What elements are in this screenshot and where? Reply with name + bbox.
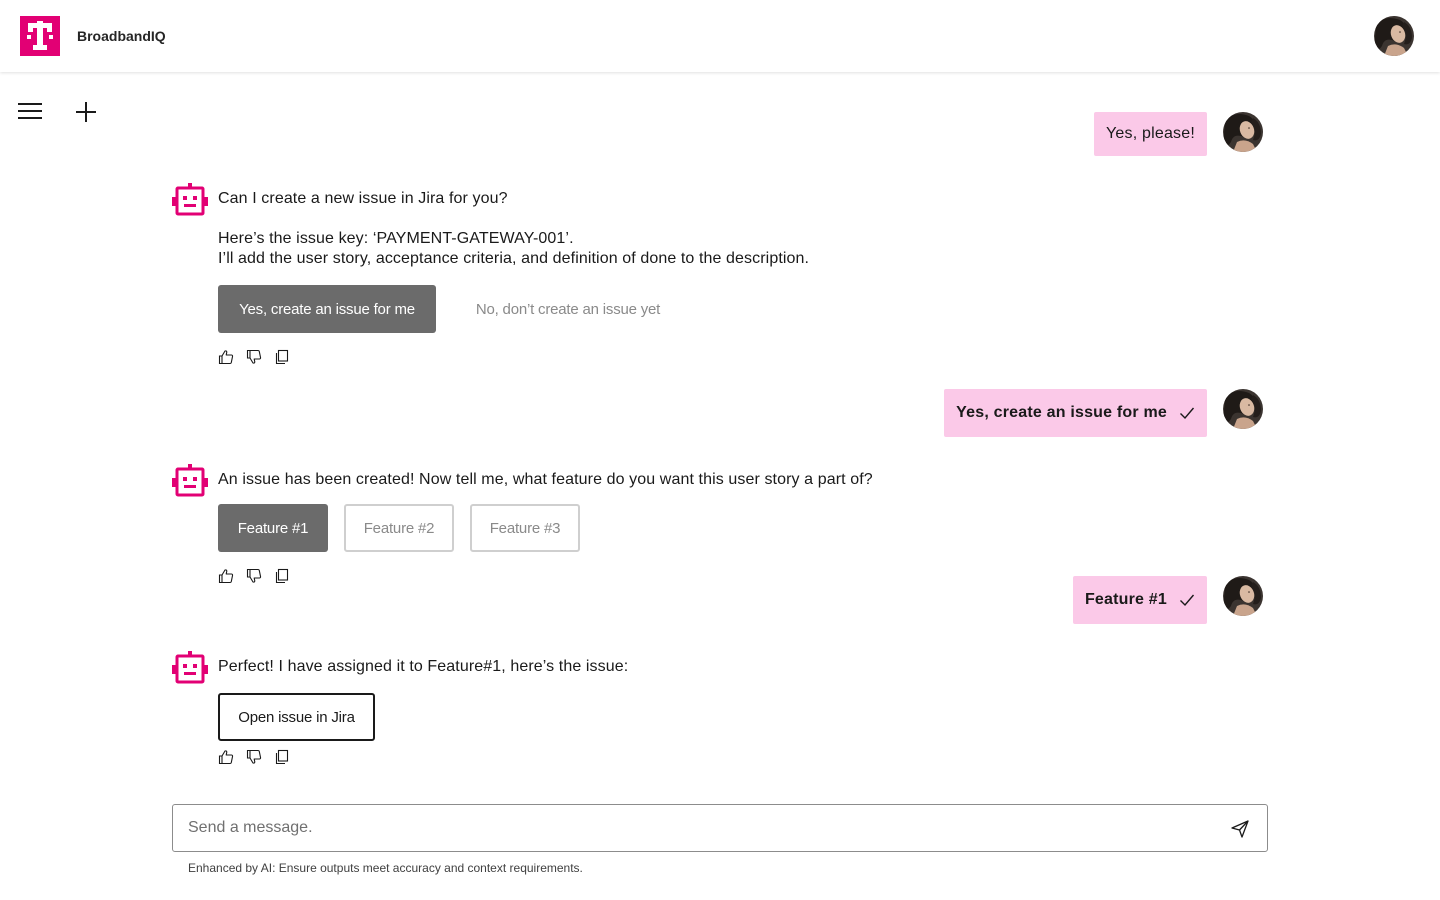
feature-option-button[interactable]: Feature #3 — [470, 504, 580, 552]
bot-message-text: An issue has been created! Now tell me, … — [218, 471, 873, 488]
open-issue-in-jira-button[interactable]: Open issue in Jira — [218, 693, 375, 741]
feature-option-button[interactable]: Feature #2 — [344, 504, 454, 552]
message-actions — [218, 349, 290, 365]
user-avatar[interactable] — [1374, 16, 1414, 56]
message-actions — [218, 749, 290, 765]
thumbs-up-icon[interactable] — [218, 568, 234, 584]
hamburger-icon[interactable] — [18, 102, 44, 122]
create-issue-button[interactable]: Yes, create an issue for me — [218, 285, 436, 333]
user-message-text: Yes, create an issue for me — [956, 404, 1167, 421]
message-composer — [172, 804, 1268, 852]
dont-create-issue-button[interactable]: No, don’t create an issue yet — [452, 285, 684, 333]
bot-message-text: Can I create a new issue in Jira for you… — [218, 190, 508, 207]
plus-icon[interactable] — [75, 101, 97, 123]
bot-message-text: I’ll add the user story, acceptance crit… — [218, 250, 810, 267]
thumbs-down-icon[interactable] — [246, 568, 262, 584]
user-message: Feature #1 — [1072, 576, 1263, 624]
ai-disclaimer: Enhanced by AI: Ensure outputs meet accu… — [188, 861, 583, 875]
bot-message-text: Perfect! I have assigned it to Feature#1… — [218, 658, 629, 675]
app-name: BroadbandIQ — [77, 28, 166, 44]
user-avatar — [1223, 576, 1263, 616]
telekom-logo-icon[interactable] — [20, 16, 60, 56]
feature-option-button[interactable]: Feature #1 — [218, 504, 328, 552]
thumbs-up-icon[interactable] — [218, 749, 234, 765]
thumbs-down-icon[interactable] — [246, 349, 262, 365]
copy-icon[interactable] — [274, 349, 290, 365]
user-avatar — [1223, 112, 1263, 152]
user-message: Yes, create an issue for me — [944, 389, 1263, 437]
thumbs-up-icon[interactable] — [218, 349, 234, 365]
send-icon[interactable] — [1230, 819, 1250, 839]
message-actions — [218, 568, 290, 584]
app-header: BroadbandIQ — [0, 0, 1440, 72]
message-input[interactable] — [188, 805, 1208, 851]
user-message: Yes, please! — [1094, 112, 1263, 156]
user-message-text: Feature #1 — [1084, 591, 1167, 608]
copy-icon[interactable] — [274, 568, 290, 584]
robot-icon — [172, 464, 208, 498]
user-message-bubble: Yes, create an issue for me — [944, 389, 1207, 437]
check-icon — [1179, 405, 1195, 421]
thumbs-down-icon[interactable] — [246, 749, 262, 765]
robot-icon — [172, 651, 208, 685]
user-avatar — [1223, 389, 1263, 429]
check-icon — [1179, 592, 1195, 608]
bot-message-text: Here’s the issue key: ‘PAYMENT-GATEWAY-0… — [218, 230, 574, 247]
user-message-bubble: Yes, please! — [1094, 112, 1207, 156]
user-message-bubble: Feature #1 — [1072, 576, 1207, 624]
robot-icon — [172, 183, 208, 217]
copy-icon[interactable] — [274, 749, 290, 765]
